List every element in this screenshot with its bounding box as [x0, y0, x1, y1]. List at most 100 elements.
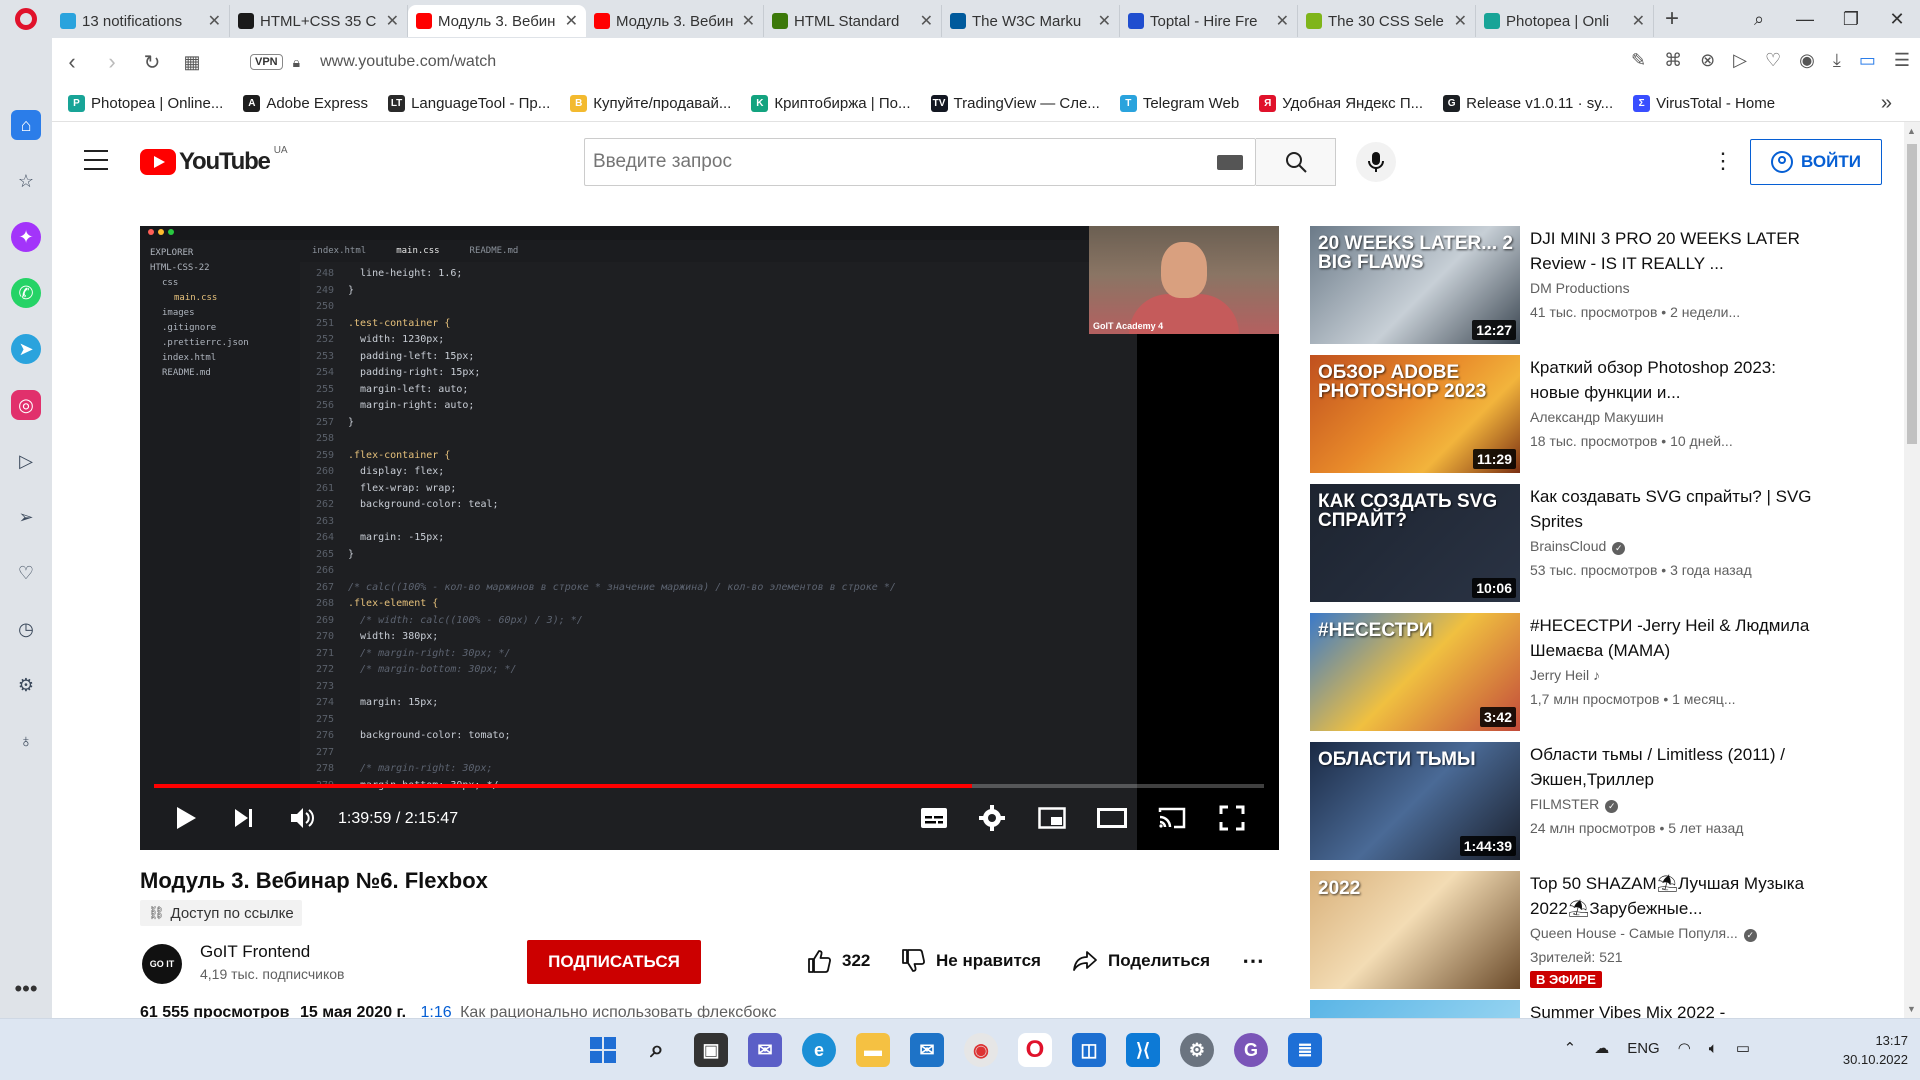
related-video-item[interactable]: 20 WEEKS LATER... 2 BIG FLAWS 12:27 DJI MI…	[1310, 226, 1900, 344]
sidebar-more-icon[interactable]: •••	[14, 976, 37, 1002]
close-tab-icon[interactable]: ✕	[742, 11, 755, 31]
github-desktop-icon[interactable]: G	[1234, 1033, 1268, 1067]
teams-chat-icon[interactable]: ✉	[748, 1033, 782, 1067]
video-thumbnail[interactable]: #НЕСЕСТРИ 3:42	[1310, 613, 1520, 731]
player-icon[interactable]: ▷	[11, 446, 41, 476]
channel-avatar[interactable]: GO IT	[142, 944, 182, 984]
keyboard-icon[interactable]	[1217, 154, 1243, 170]
browser-tab[interactable]: The W3C Marku ✕	[942, 5, 1120, 37]
bookmark-item[interactable]: TV TradingView — Сле...	[930, 95, 1100, 112]
theater-mode-button[interactable]	[1094, 802, 1130, 834]
send-flow-icon[interactable]: ➢	[11, 502, 41, 532]
page-scrollbar[interactable]: ▲ ▼	[1904, 122, 1920, 1018]
battery-icon[interactable]: ▭	[1736, 1039, 1750, 1057]
settings-taskbar-icon[interactable]: ⚙	[1180, 1033, 1214, 1067]
bookmarks-star-icon[interactable]: ☆	[11, 166, 41, 196]
voice-search-button[interactable]	[1356, 142, 1396, 182]
settings-gear-icon[interactable]: ⚙	[11, 670, 41, 700]
close-tab-icon[interactable]: ✕	[1632, 11, 1645, 31]
vpn-badge[interactable]: VPN	[250, 54, 283, 70]
bookmark-item[interactable]: LT LanguageTool - Пр...	[388, 95, 550, 112]
video-thumbnail[interactable]: 20 WEEKS LATER... 2 BIG FLAWS 12:27	[1310, 226, 1520, 344]
bookmark-item[interactable]: Σ VirusTotal - Home	[1633, 95, 1775, 112]
opera-taskbar-icon[interactable]: O	[1018, 1033, 1052, 1067]
menu-hamburger-icon[interactable]	[84, 150, 108, 177]
tiles-icon[interactable]: ▦	[172, 52, 212, 73]
volume-tray-icon[interactable]: 🔈︎	[1709, 1040, 1718, 1057]
video-thumbnail[interactable]: ОБЛАСТИ ТЬМЫ 1:44:39	[1310, 742, 1520, 860]
video-player[interactable]: EXPLORER HTML-CSS-22 css main.css images .git…	[140, 226, 1279, 850]
play-button[interactable]	[168, 802, 204, 834]
menu-settings-icon[interactable]: ☰	[1894, 50, 1910, 71]
file-explorer-icon[interactable]: ▬	[856, 1033, 890, 1067]
related-video-title[interactable]: Краткий обзор Photoshop 2023: новые функ…	[1530, 355, 1830, 405]
url-field[interactable]: www.youtube.com/watch	[320, 53, 496, 71]
opera-logo-icon[interactable]	[0, 0, 52, 38]
history-clock-icon[interactable]: ◷	[11, 614, 41, 644]
share-button[interactable]: Поделиться	[1072, 948, 1210, 974]
related-channel-name[interactable]: BrainsCloud	[1530, 538, 1606, 554]
edit-icon[interactable]: ✎	[1631, 50, 1646, 71]
related-channel-name[interactable]: DM Productions	[1530, 280, 1630, 296]
search-button[interactable]	[1256, 138, 1336, 186]
forward-icon[interactable]: ›	[92, 49, 132, 75]
next-button[interactable]	[226, 802, 262, 834]
related-video-title[interactable]: Как создавать SVG спрайты? | SVG Sprites	[1530, 484, 1830, 534]
bookmark-item[interactable]: T Telegram Web	[1119, 95, 1239, 112]
speed-dial-home-icon[interactable]: ⌂	[11, 110, 41, 140]
video-thumbnail[interactable]: 2022	[1310, 871, 1520, 989]
subscribe-button[interactable]: ПОДПИСАТЬСЯ	[527, 940, 701, 984]
heart-icon[interactable]: ♡	[1765, 50, 1781, 71]
edge-icon[interactable]: e	[802, 1033, 836, 1067]
bookmark-item[interactable]: G Release v1.0.11 · sy...	[1443, 95, 1613, 112]
related-video-title[interactable]: Области тьмы / Limitless (2011) / Экшен,…	[1530, 742, 1830, 792]
close-tab-icon[interactable]: ✕	[1276, 11, 1289, 31]
related-video-title[interactable]: #НЕСЕСТРИ -Jerry Heil & Людмила Шемаєва …	[1530, 613, 1830, 663]
favorites-heart-icon[interactable]: ♡	[11, 558, 41, 588]
close-tab-icon[interactable]: ✕	[1098, 11, 1111, 31]
related-video-item[interactable]: ОБЗОР ADOBE PHOTOSHOP 2023 11:29 Краткий о…	[1310, 355, 1900, 473]
browser-tab[interactable]: Photopea | Onli ✕	[1476, 5, 1654, 37]
sign-in-button[interactable]: ВОЙТИ	[1750, 139, 1882, 185]
subtitles-button[interactable]	[916, 802, 952, 834]
browser-tab[interactable]: 13 notifications ✕	[52, 5, 230, 37]
language-indicator[interactable]: ENG	[1627, 1040, 1660, 1057]
scroll-down-icon[interactable]: ▼	[1907, 1004, 1916, 1014]
browser-tab[interactable]: Модуль 3. Вебин ✕	[408, 5, 586, 37]
whatsapp-icon[interactable]: ✆	[11, 278, 41, 308]
related-video-item[interactable]: КАК СОЗДАТЬ SVG СПРАЙТ? 10:06 Как создават…	[1310, 484, 1900, 602]
bookmark-item[interactable]: A Adobe Express	[243, 95, 368, 112]
bookmark-item[interactable]: K Криптобиржа | По...	[751, 95, 911, 112]
related-channel-name[interactable]: Jerry Heil	[1530, 667, 1589, 683]
scroll-up-icon[interactable]: ▲	[1907, 126, 1916, 136]
browser-tab[interactable]: Модуль 3. Вебин ✕	[586, 5, 764, 37]
system-clock[interactable]: 13:17 30.10.2022	[1843, 1031, 1908, 1069]
profile-icon[interactable]: ◉	[1799, 50, 1815, 71]
reload-icon[interactable]: ↻	[132, 50, 172, 75]
related-channel-name[interactable]: Queen House - Самые Популя...	[1530, 925, 1738, 941]
tray-overflow-icon[interactable]: ⌃	[1564, 1039, 1577, 1057]
close-tab-icon[interactable]: ✕	[386, 11, 399, 31]
bookmarks-overflow-icon[interactable]: »	[1881, 92, 1892, 115]
youtube-logo[interactable]: YouTube UA	[140, 145, 288, 176]
camera-icon[interactable]: ⌘	[1664, 50, 1682, 71]
progress-bar[interactable]	[154, 784, 1264, 788]
app-window-icon[interactable]: ◫	[1072, 1033, 1106, 1067]
vscode-icon[interactable]: ⟩⟨	[1126, 1033, 1160, 1067]
video-thumbnail[interactable]: ОБЗОР ADOBE PHOTOSHOP 2023 11:29	[1310, 355, 1520, 473]
onedrive-icon[interactable]: ☁	[1594, 1039, 1609, 1057]
messenger-icon[interactable]: ✦	[11, 222, 41, 252]
search-input[interactable]	[585, 139, 1217, 185]
browser-tab[interactable]: Toptal - Hire Fre ✕	[1120, 5, 1298, 37]
tips-bulb-icon[interactable]: ♁	[11, 726, 41, 756]
browser-tab[interactable]: HTML Standard ✕	[764, 5, 942, 37]
related-video-item[interactable]: 2022 Top 50 SHAZAM⛱Лучшая Музыка 2022⛱Зар…	[1310, 871, 1900, 989]
browser-tab[interactable]: HTML+CSS 35 C ✕	[230, 5, 408, 37]
related-video-title[interactable]: DJI MINI 3 PRO 20 WEEKS LATER Review - I…	[1530, 226, 1830, 276]
download-icon[interactable]: ⤓	[1833, 50, 1841, 71]
bookmark-item[interactable]: P Photopea | Online...	[68, 95, 223, 112]
windows-start-icon[interactable]	[586, 1033, 620, 1067]
notes-icon[interactable]: ≣	[1288, 1033, 1322, 1067]
close-tab-icon[interactable]: ✕	[565, 11, 578, 31]
channel-name[interactable]: GoIT Frontend	[200, 942, 310, 962]
